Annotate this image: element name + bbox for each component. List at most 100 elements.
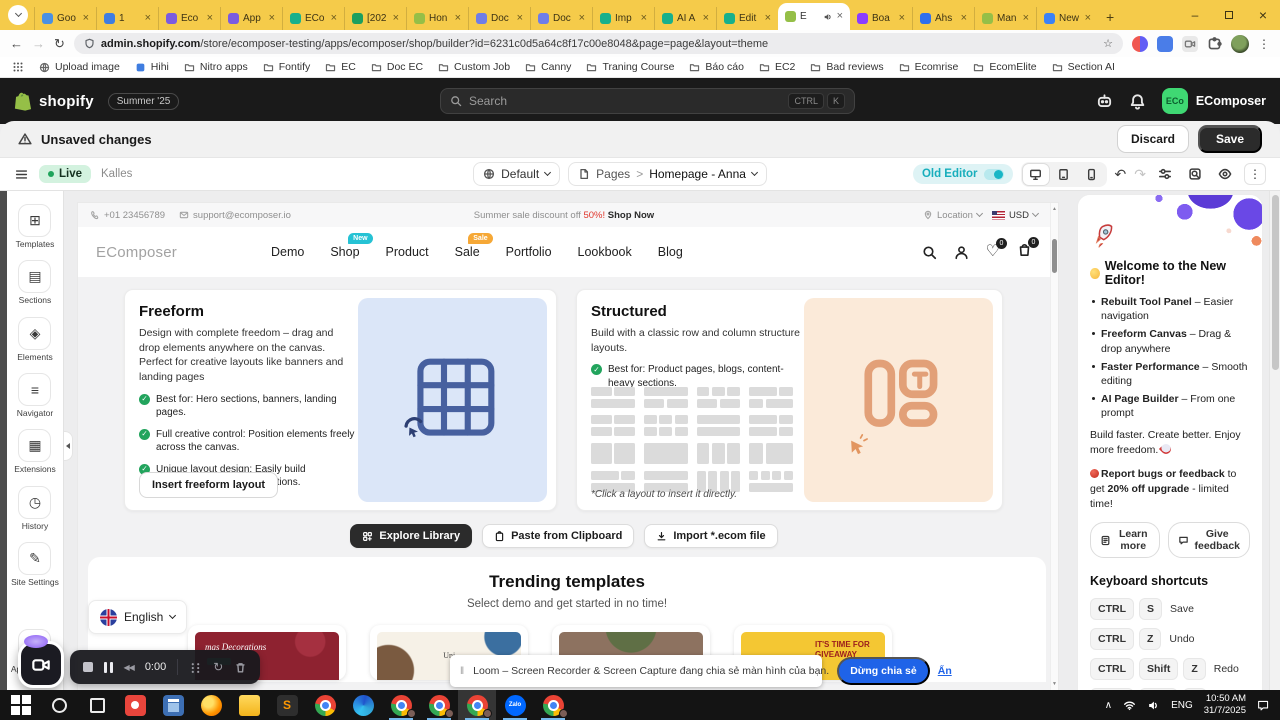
stop-sharing-button[interactable]: Dừng chia sẻ bbox=[837, 657, 930, 685]
extensions-puzzle-icon[interactable] bbox=[1207, 36, 1222, 51]
browser-tab[interactable]: App × bbox=[220, 7, 282, 30]
browser-tab[interactable]: Goo × bbox=[34, 7, 96, 30]
browser-tab[interactable]: ECo × bbox=[282, 7, 344, 30]
taskbar-app[interactable] bbox=[40, 690, 78, 720]
layout-thumbnail[interactable] bbox=[591, 415, 635, 436]
tab-search-button[interactable] bbox=[8, 5, 28, 25]
loom-camera-bubble[interactable] bbox=[18, 635, 64, 688]
phone-number[interactable]: +01 23456789 bbox=[90, 210, 165, 221]
bookmark-item[interactable]: EcomElite bbox=[973, 61, 1037, 73]
refresh-button[interactable]: ↻ bbox=[54, 36, 65, 52]
tab-close-icon[interactable]: × bbox=[961, 13, 967, 24]
tab-close-icon[interactable]: × bbox=[393, 13, 399, 24]
language-switcher[interactable]: English bbox=[88, 600, 188, 634]
notification-center-icon[interactable] bbox=[1257, 699, 1270, 712]
tab-close-icon[interactable]: × bbox=[837, 11, 843, 22]
browser-tab[interactable]: Doc × bbox=[468, 7, 530, 30]
bookmark-item[interactable]: Báo cáo bbox=[689, 61, 744, 73]
bookmark-item[interactable]: Section AI bbox=[1052, 61, 1115, 73]
trash-icon[interactable] bbox=[234, 661, 247, 674]
browser-tab[interactable]: [202 × bbox=[344, 7, 406, 30]
bookmark-item[interactable]: Fontify bbox=[263, 61, 310, 73]
browser-tab[interactable]: 1 × bbox=[96, 7, 158, 30]
tab-close-icon[interactable]: × bbox=[455, 13, 461, 24]
bookmark-item[interactable]: Upload image bbox=[39, 61, 120, 73]
maximize-button[interactable] bbox=[1212, 0, 1246, 30]
tab-close-icon[interactable]: × bbox=[1085, 13, 1091, 24]
store-menu-item[interactable]: Shop New bbox=[330, 233, 373, 259]
bookmark-item[interactable]: Custom Job bbox=[438, 61, 510, 73]
bookmark-item[interactable]: Ecomrise bbox=[899, 61, 958, 73]
bookmark-item[interactable]: Hihi bbox=[135, 61, 169, 73]
redo-button[interactable]: ↷ bbox=[1134, 167, 1146, 181]
tablet-view-button[interactable] bbox=[1051, 164, 1077, 185]
bookmark-item[interactable]: Nitro apps bbox=[184, 61, 248, 73]
browser-tab[interactable]: Imp × bbox=[592, 7, 654, 30]
more-options-button[interactable]: ⋮ bbox=[1244, 163, 1266, 185]
pause-recording-button[interactable] bbox=[104, 661, 113, 673]
browser-tab[interactable]: New × bbox=[1036, 7, 1098, 30]
input-language[interactable]: ENG bbox=[1171, 700, 1193, 711]
bookmark-item[interactable]: Canny bbox=[525, 61, 571, 73]
close-button[interactable]: × bbox=[1246, 0, 1280, 30]
browser-profile-avatar[interactable] bbox=[1231, 34, 1249, 53]
tab-close-icon[interactable]: × bbox=[331, 13, 337, 24]
taskbar-app[interactable] bbox=[192, 690, 230, 720]
preview-button[interactable] bbox=[1184, 163, 1206, 185]
clock[interactable]: 10:50 AM 31/7/2025 bbox=[1204, 693, 1246, 718]
drawing-tools-icon[interactable] bbox=[189, 661, 202, 674]
cart-button[interactable]: 0 bbox=[1017, 237, 1039, 262]
volume-icon[interactable] bbox=[1147, 699, 1160, 712]
drag-handle-icon[interactable]: ‖ bbox=[460, 666, 465, 677]
tab-close-icon[interactable]: × bbox=[517, 13, 523, 24]
browser-tab[interactable]: Ahs × bbox=[912, 7, 974, 30]
forward-button[interactable]: → bbox=[32, 36, 45, 51]
layout-thumbnail[interactable] bbox=[749, 471, 793, 492]
store-scrollbar[interactable]: ▲ ▼ bbox=[1050, 203, 1058, 690]
taskbar-app[interactable] bbox=[458, 690, 496, 720]
undo-button[interactable]: ↶ bbox=[1115, 167, 1127, 181]
mobile-view-button[interactable] bbox=[1079, 164, 1105, 185]
bookmark-item[interactable]: Bad reviews bbox=[810, 61, 884, 73]
bookmark-item[interactable]: EC bbox=[325, 61, 356, 73]
toggle-switch[interactable] bbox=[983, 168, 1004, 180]
taskbar-app[interactable] bbox=[268, 690, 306, 720]
taskbar-app[interactable] bbox=[344, 690, 382, 720]
store-menu-item[interactable]: Blog bbox=[658, 245, 683, 259]
sidekick-icon[interactable] bbox=[1096, 93, 1113, 110]
menu-hamburger-icon[interactable] bbox=[14, 168, 29, 181]
store-logo[interactable]: EComposer bbox=[96, 244, 271, 261]
rewind-button[interactable]: ◀◀ bbox=[124, 663, 135, 672]
sidebar-item[interactable]: ≡ Navigator bbox=[17, 373, 53, 418]
settings-sliders-button[interactable] bbox=[1154, 163, 1176, 185]
action-button[interactable]: Paste from Clipboard bbox=[482, 524, 635, 548]
store-menu-item[interactable]: Demo bbox=[271, 245, 304, 259]
scroll-thumb[interactable] bbox=[1272, 195, 1279, 370]
learn-more-button[interactable]: Learn more bbox=[1090, 522, 1161, 559]
tab-close-icon[interactable]: × bbox=[1023, 13, 1029, 24]
layout-thumbnail[interactable] bbox=[749, 387, 793, 408]
tab-close-icon[interactable]: × bbox=[83, 13, 89, 24]
layout-thumbnail[interactable] bbox=[643, 443, 688, 464]
bookmark-item[interactable]: EC2 bbox=[759, 61, 795, 73]
store-search-icon[interactable] bbox=[922, 245, 937, 260]
tab-close-icon[interactable]: × bbox=[899, 13, 905, 24]
notifications-bell-icon[interactable] bbox=[1129, 93, 1146, 110]
taskbar-app[interactable] bbox=[420, 690, 458, 720]
taskbar-app[interactable] bbox=[78, 690, 116, 720]
give-feedback-button[interactable]: Give feedback bbox=[1168, 522, 1250, 559]
page-scrollbar[interactable] bbox=[1269, 191, 1280, 690]
language-default-dropdown[interactable]: Default bbox=[473, 162, 561, 186]
restart-recording-icon[interactable]: ↻ bbox=[213, 661, 223, 673]
action-button[interactable]: Explore Library bbox=[350, 524, 473, 548]
bookmark-star-icon[interactable]: ☆ bbox=[1103, 37, 1113, 50]
loom-extension-icon[interactable] bbox=[1132, 35, 1148, 52]
browser-tab[interactable]: Edit × bbox=[716, 7, 778, 30]
back-button[interactable]: ← bbox=[10, 36, 23, 51]
layout-thumbnail[interactable] bbox=[696, 443, 741, 464]
visibility-button[interactable] bbox=[1214, 163, 1236, 185]
location-selector[interactable]: Location bbox=[923, 210, 983, 221]
tab-close-icon[interactable]: × bbox=[703, 13, 709, 24]
tab-close-icon[interactable]: × bbox=[145, 13, 151, 24]
insert-freeform-button[interactable]: Insert freeform layout bbox=[139, 472, 279, 498]
